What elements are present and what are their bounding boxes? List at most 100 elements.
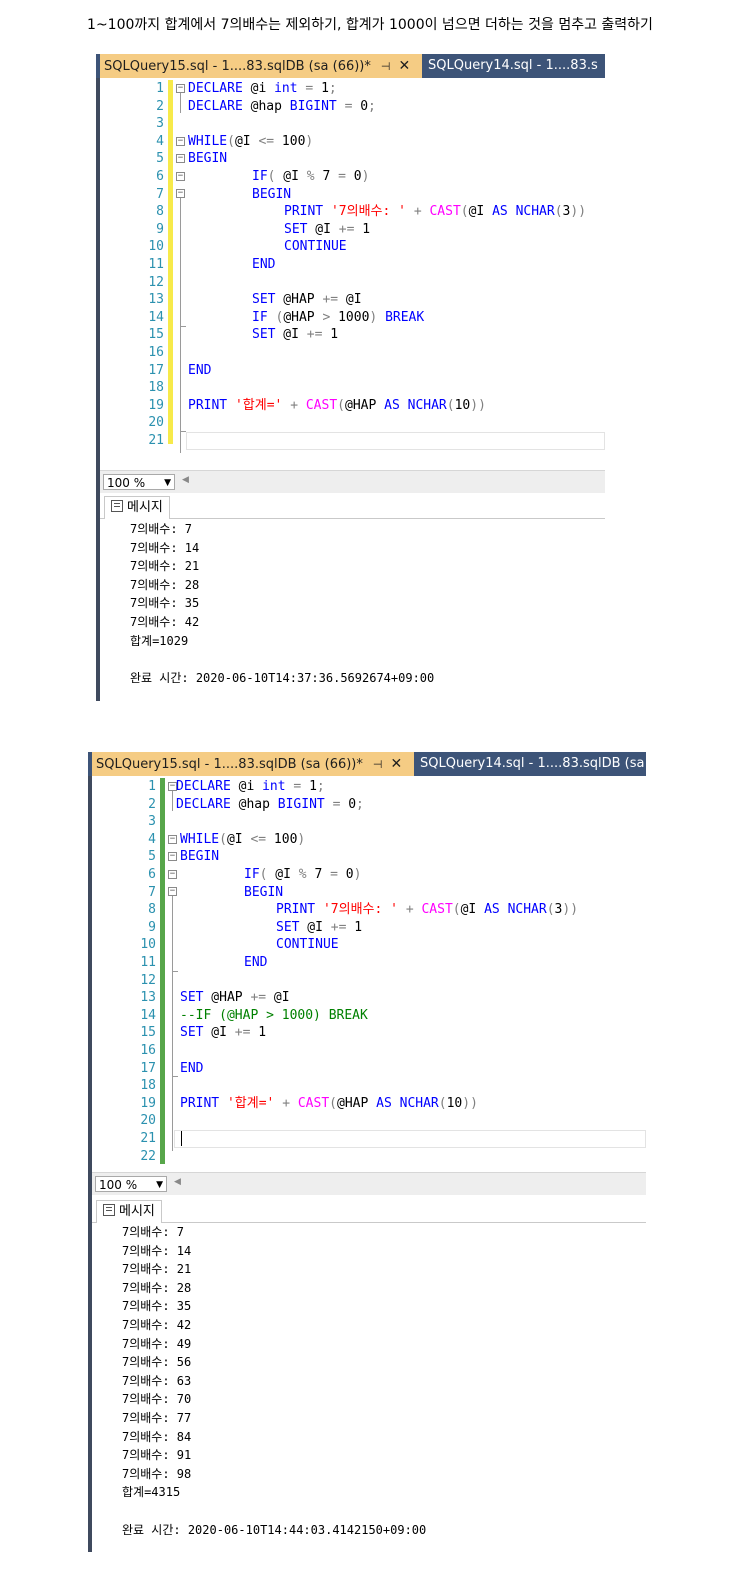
line-number: 7 (148, 884, 156, 900)
message-line: 7의배수: 98 (122, 1466, 192, 1481)
line-number: 15 (140, 1025, 156, 1041)
line-number: 19 (148, 397, 164, 413)
tab-title: SQLQuery15.sql - 1....83.sqlDB (sa (66))… (96, 757, 363, 772)
line-number: 6 (148, 867, 156, 882)
code-line-11: END (252, 257, 276, 272)
message-line: 7의배수: 56 (122, 1355, 192, 1370)
text-caret (181, 1131, 182, 1146)
code-line-6: IF( @I % 7 = 0) (244, 867, 362, 882)
line-number: 7 (156, 186, 164, 202)
code-line-10: CONTINUE (284, 239, 347, 255)
message-line: 7의배수: 14 (130, 540, 200, 555)
code-editor[interactable]: 1 2 3 4 5 6 7 8 9 10 11 12 13 14 15 16 17 18 19 20 21 22 − − … (92, 776, 646, 1170)
line-number: 10 (148, 239, 164, 255)
code-line-14: --IF (@HAP > 1000) BREAK (180, 1007, 368, 1023)
line-number: 16 (148, 345, 164, 360)
line-number: 10 (140, 937, 156, 953)
fold-toggle-icon[interactable]: − (176, 84, 185, 93)
line-number: 13 (148, 292, 164, 308)
line-number: 18 (140, 1078, 156, 1094)
fold-guide-end (180, 326, 186, 327)
code-line-8: PRINT '7의배수: ' + CAST(@I AS NCHAR(3)) (276, 902, 579, 918)
fold-toggle-icon[interactable]: − (176, 154, 185, 163)
tab-title: SQLQuery14.sql - 1....83.s (428, 58, 598, 73)
message-line: 7의배수: 42 (122, 1318, 192, 1332)
fold-guide (180, 93, 181, 113)
line-number: 3 (156, 116, 164, 132)
fold-guide (172, 791, 173, 811)
zoom-select[interactable]: 100 % ▼ (95, 1176, 167, 1192)
zoom-bar: 100 % ▼ ◀ (92, 1172, 646, 1195)
code-line-4: WHILE(@I <= 100) (180, 831, 306, 847)
message-line: 7의배수: 70 (122, 1392, 192, 1407)
fold-toggle-icon[interactable]: − (168, 852, 177, 861)
code-line-1: DECLARE @i int = 1; (188, 81, 337, 96)
chevron-down-icon: ▼ (164, 478, 171, 488)
line-number: 20 (140, 1113, 156, 1129)
change-marker (168, 80, 173, 444)
line-number: 13 (140, 990, 156, 1006)
line-number: 19 (140, 1095, 156, 1111)
code-line-5: BEGIN (180, 849, 220, 865)
fold-guide-end (172, 1076, 178, 1077)
pin-icon[interactable]: ⊣ (373, 753, 383, 777)
tab-sqlquery15[interactable]: SQLQuery15.sql - 1....83.sqlDB (sa (66))… (92, 752, 414, 776)
tab-sqlquery14[interactable]: SQLQuery14.sql - 1....83.s (422, 54, 598, 78)
ssms-window-2: SQLQuery15.sql - 1....83.sqlDB (sa (66))… (88, 752, 646, 1552)
message-line: 7의배수: 28 (130, 577, 200, 592)
line-number: 9 (148, 919, 156, 935)
code-line-9: SET @I += 1 (284, 221, 371, 237)
zoom-value: 100 % (107, 476, 146, 490)
code-editor[interactable]: 1 2 3 4 5 6 7 8 9 10 11 12 13 14 15 16 17 18 19 20 21 − − − … (100, 78, 605, 470)
fold-toggle-icon[interactable]: − (176, 137, 185, 146)
message-line: 7의배수: 63 (122, 1373, 192, 1388)
scroll-left-icon[interactable]: ◀ (182, 475, 189, 485)
code-line-13: SET @HAP += @I (252, 292, 362, 308)
fold-guide-end (172, 971, 178, 972)
code-line-14: IF (@HAP > 1000) BREAK (252, 309, 425, 325)
line-number: 1 (148, 779, 156, 794)
message-line: 7의배수: 7 (122, 1225, 185, 1239)
fold-guide (172, 896, 173, 1151)
line-number: 4 (148, 831, 156, 847)
tab-messages-label: 메시지 (127, 500, 163, 515)
code-line-15: SET @I += 1 (252, 327, 339, 343)
close-icon[interactable]: ✕ (398, 54, 410, 78)
line-number: 12 (148, 274, 164, 290)
tab-messages[interactable]: 메시지 (104, 496, 170, 519)
code-line-10: CONTINUE (276, 937, 339, 953)
message-line: 7의배수: 28 (122, 1280, 192, 1295)
message-line: 7의배수: 77 (122, 1411, 192, 1425)
scroll-left-icon[interactable]: ◀ (174, 1177, 181, 1187)
fold-toggle-icon[interactable]: − (176, 189, 185, 198)
line-number: 6 (156, 169, 164, 184)
fold-toggle-icon[interactable]: − (176, 172, 185, 181)
change-marker (160, 778, 165, 1164)
code-line-7: BEGIN (252, 186, 292, 202)
fold-toggle-icon[interactable]: − (168, 870, 177, 879)
code-line-1: DECLARE @i int = 1; (176, 779, 325, 794)
close-icon[interactable]: ✕ (390, 752, 402, 776)
code-line-2: DECLARE @hap BIGINT = 0; (188, 98, 376, 114)
pin-icon[interactable]: ⊣ (381, 55, 391, 79)
message-line: 7의배수: 35 (122, 1299, 192, 1314)
message-line: 7의배수: 7 (130, 522, 193, 536)
message-line: 7의배수: 84 (122, 1429, 192, 1444)
message-line: 합계=1029 (130, 633, 189, 648)
fold-toggle-icon[interactable]: − (168, 887, 177, 896)
tab-messages[interactable]: 메시지 (96, 1200, 162, 1223)
fold-toggle-icon[interactable]: − (168, 835, 177, 844)
line-number: 11 (148, 257, 164, 272)
line-number: 12 (140, 972, 156, 988)
line-number: 9 (156, 221, 164, 237)
zoom-select[interactable]: 100 % ▼ (103, 474, 175, 490)
line-number: 14 (140, 1007, 156, 1023)
code-line-19: PRINT '합계=' + CAST(@HAP AS NCHAR(10)) (188, 397, 486, 413)
line-number: 21 (140, 1131, 156, 1146)
tab-sqlquery14[interactable]: SQLQuery14.sql - 1....83.sqlDB (sa (414, 752, 645, 776)
tab-sqlquery15[interactable]: SQLQuery15.sql - 1....83.sqlDB (sa (66))… (100, 54, 422, 78)
chevron-down-icon: ▼ (156, 1180, 163, 1190)
message-line: 완료 시간: 2020-06-10T14:37:36.5692674+09:00 (130, 670, 435, 685)
zoom-value: 100 % (99, 1178, 138, 1192)
line-number: 1 (156, 81, 164, 96)
